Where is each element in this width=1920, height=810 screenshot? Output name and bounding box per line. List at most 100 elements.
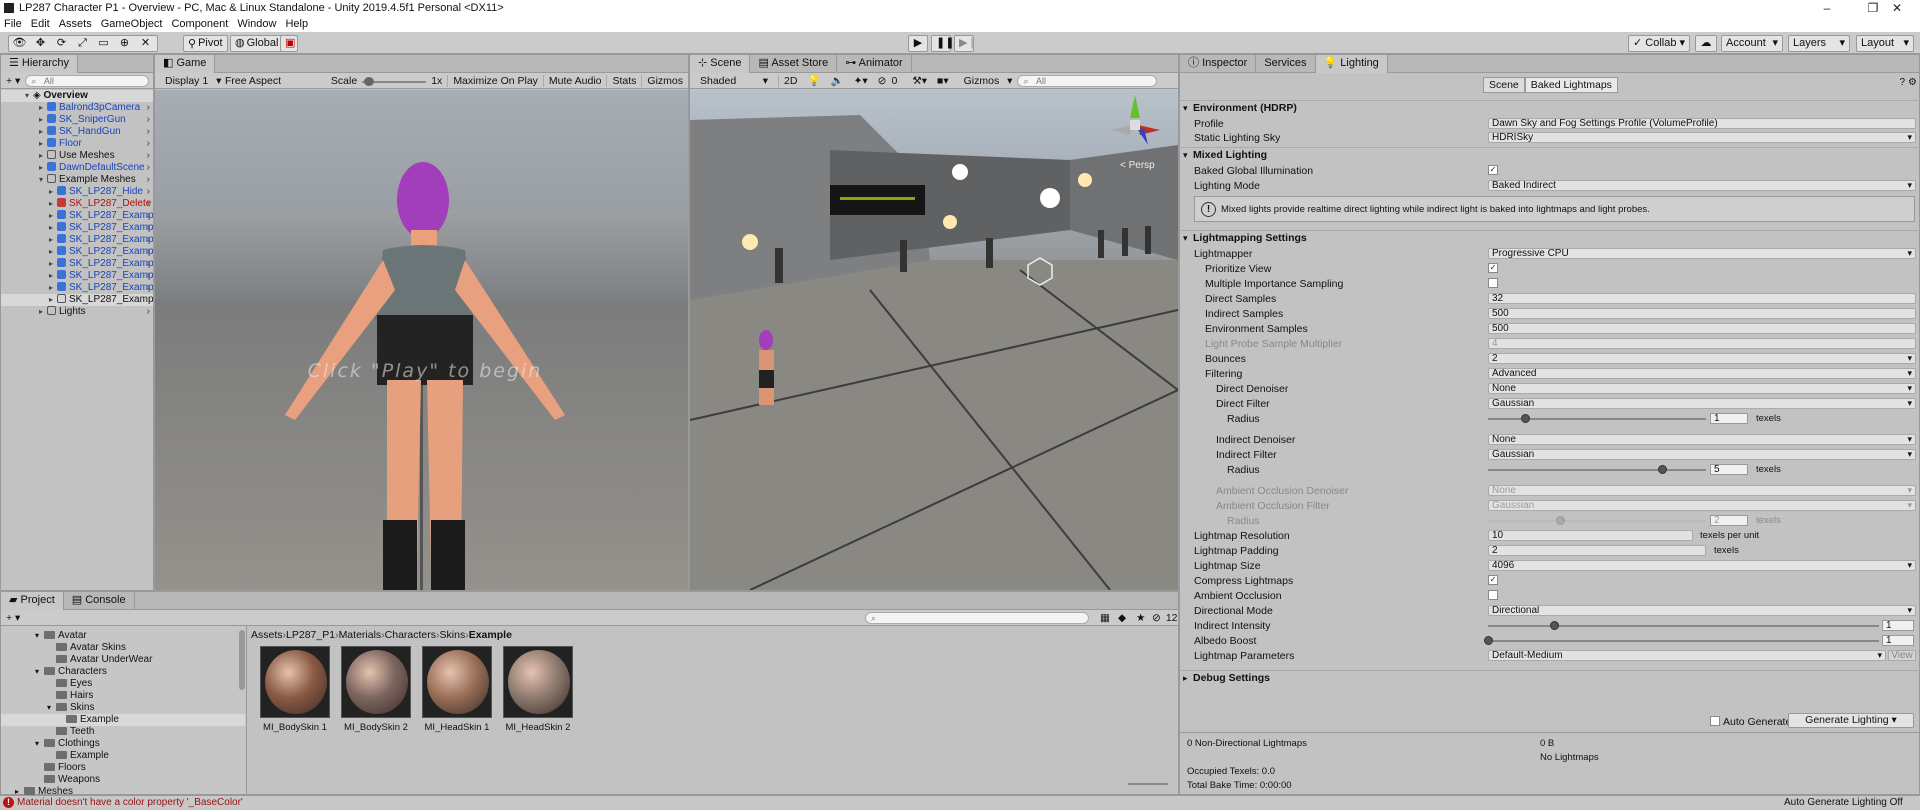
effects-toggle-icon[interactable]: ✦▾ [849, 75, 873, 87]
folder-item[interactable]: ▾ Characters [35, 666, 107, 678]
compress-lightmaps-checkbox[interactable]: ✓ [1488, 575, 1498, 585]
direct-samples-field[interactable]: 32 [1488, 293, 1916, 304]
ao-radius-slider[interactable] [1488, 515, 1706, 526]
breadcrumb-item[interactable]: Example [469, 628, 512, 642]
view-lightmap-parameters-button[interactable]: View [1888, 650, 1916, 661]
direct-denoiser-dropdown[interactable]: None [1488, 383, 1916, 394]
scale-tool-icon[interactable]: ⤢ [72, 36, 93, 51]
persp-label[interactable]: < Persp [1120, 160, 1155, 171]
hierarchy-item[interactable]: ▸ SK_LP287_Examp › [1, 234, 153, 246]
folder-tree-scrollbar[interactable] [239, 630, 245, 690]
bounces-dropdown[interactable]: 2 [1488, 353, 1916, 364]
hierarchy-item[interactable]: ▸ SK_LP287_Examp › [1, 246, 153, 258]
scene-search-input[interactable]: ⌕ All [1017, 74, 1158, 87]
expand-arrow-icon[interactable]: ▾ [35, 666, 44, 678]
custom-tool-icon[interactable]: ✕ [135, 36, 156, 51]
folder-item[interactable]: ▾ Clothings [35, 738, 100, 750]
open-prefab-icon[interactable]: › [147, 198, 150, 210]
hierarchy-item[interactable]: ▸ Balrond3pCamera › [1, 102, 153, 114]
environment-samples-field[interactable]: 500 [1488, 323, 1916, 334]
expand-arrow-icon[interactable]: ▸ [39, 162, 47, 174]
indirect-samples-field[interactable]: 500 [1488, 308, 1916, 319]
hierarchy-item[interactable]: ▸ SK_LP287_Examp › [1, 282, 153, 294]
expand-arrow-icon[interactable]: ▾ [47, 702, 56, 714]
open-prefab-icon[interactable]: › [147, 306, 150, 318]
expand-arrow-icon[interactable]: ▸ [39, 126, 47, 138]
indirect-intensity-slider[interactable] [1488, 620, 1879, 631]
filtering-dropdown[interactable]: Advanced [1488, 368, 1916, 379]
scene-tools-icon[interactable]: ⚒▾ [907, 75, 932, 87]
expand-arrow-icon[interactable]: ▸ [39, 138, 47, 150]
expand-arrow-icon[interactable]: ▸ [49, 186, 57, 198]
open-prefab-icon[interactable]: › [147, 150, 150, 162]
folder-item[interactable]: Weapons [35, 774, 100, 786]
menu-window[interactable]: Window [237, 18, 276, 30]
material-thumbnail[interactable] [422, 646, 492, 718]
breadcrumb-item[interactable]: Materials [339, 628, 382, 642]
indirect-radius-slider[interactable] [1488, 464, 1706, 475]
folder-item[interactable]: Teeth [47, 726, 94, 738]
hierarchy-item[interactable]: ▸ SK_LP287_Hide › [1, 186, 153, 198]
lightmapper-dropdown[interactable]: Progressive CPU [1488, 248, 1916, 259]
folder-item[interactable]: Avatar UnderWear [47, 654, 152, 666]
project-search-input[interactable]: ⌕ [865, 611, 1089, 624]
ambient-occlusion-checkbox[interactable] [1488, 590, 1498, 600]
open-prefab-icon[interactable]: › [147, 222, 150, 234]
open-prefab-icon[interactable]: › [147, 174, 150, 186]
expand-arrow-icon[interactable]: ▾ [35, 630, 44, 642]
play-button[interactable]: ▶ [908, 35, 928, 52]
menu-assets[interactable]: Assets [59, 18, 92, 30]
prioritize-view-checkbox[interactable]: ✓ [1488, 263, 1498, 273]
hierarchy-item[interactable]: ▸ SK_HandGun › [1, 126, 153, 138]
shading-dropdown[interactable]: Shaded ▾ [690, 75, 778, 87]
open-prefab-icon[interactable]: › [147, 126, 150, 138]
open-prefab-icon[interactable]: › [147, 138, 150, 150]
menu-file[interactable]: File [4, 18, 22, 30]
material-thumbnail[interactable] [260, 646, 330, 718]
global-toggle[interactable]: ◍ Global [230, 35, 284, 52]
expand-arrow-icon[interactable]: ▸ [49, 234, 57, 246]
lighting-mode-dropdown[interactable]: Baked Indirect [1488, 180, 1916, 191]
hierarchy-item[interactable]: ▸ Lights › [1, 306, 153, 318]
indirect-denoiser-dropdown[interactable]: None [1488, 434, 1916, 445]
tab-scene[interactable]: ⊹ Scene [690, 55, 751, 73]
camera-settings-icon[interactable]: ■▾ [932, 75, 954, 87]
game-gizmos-dropdown[interactable]: Gizmos [641, 74, 688, 87]
expand-arrow-icon[interactable]: ▸ [39, 114, 47, 126]
hierarchy-item[interactable]: ▸ SK_LP287_Examp › [1, 270, 153, 282]
indirect-filter-dropdown[interactable]: Gaussian [1488, 449, 1916, 460]
expand-arrow-icon[interactable]: ▸ [49, 222, 57, 234]
hierarchy-item[interactable]: ▸ SK_LP287_Examp › [1, 258, 153, 270]
lightmap-size-dropdown[interactable]: 4096 [1488, 560, 1916, 571]
section-lightmapping-settings[interactable]: Lightmapping Settings [1179, 230, 1920, 246]
open-prefab-icon[interactable]: › [147, 246, 150, 258]
albedo-boost-value-field[interactable]: 1 [1882, 635, 1914, 646]
layers-dropdown[interactable]: Layers ▾ [1788, 35, 1850, 52]
hierarchy-item[interactable]: ▾ Example Meshes › [1, 174, 153, 186]
thumbnail-size-slider[interactable] [1128, 783, 1168, 785]
scene-gizmos-dropdown[interactable]: Gizmos ▾ [954, 75, 1018, 87]
menu-edit[interactable]: Edit [31, 18, 50, 30]
menu-help[interactable]: Help [285, 18, 308, 30]
hidden-objects-toggle[interactable]: ⊘ 0 [873, 75, 908, 87]
expand-arrow-icon[interactable]: ▾ [35, 738, 44, 750]
direct-filter-dropdown[interactable]: Gaussian [1488, 398, 1916, 409]
stats-toggle[interactable]: Stats [606, 74, 641, 87]
static-lighting-sky-dropdown[interactable]: HDRISky [1488, 132, 1916, 143]
folder-item[interactable]: Floors [35, 762, 86, 774]
open-prefab-icon[interactable]: › [147, 234, 150, 246]
menu-gameobject[interactable]: GameObject [101, 18, 163, 30]
scene-viewport[interactable]: < Persp [690, 90, 1178, 590]
lightmap-parameters-dropdown[interactable]: Default-Medium [1488, 650, 1886, 661]
profile-field[interactable]: Dawn Sky and Fog Settings Profile (Volum… [1488, 118, 1916, 129]
menu-component[interactable]: Component [171, 18, 228, 30]
lightmap-padding-field[interactable]: 2 [1488, 545, 1706, 556]
2d-toggle[interactable]: 2D [778, 74, 802, 87]
audio-toggle-icon[interactable]: 🔈 [826, 74, 849, 87]
move-tool-icon[interactable]: ✥ [30, 36, 51, 51]
folder-item[interactable]: Example [47, 750, 109, 762]
expand-arrow-icon[interactable]: ▸ [49, 282, 57, 294]
lighting-toggle-icon[interactable]: 💡 [802, 74, 825, 87]
hierarchy-item[interactable]: ▸ SK_LP287_Examp › [1, 222, 153, 234]
pivot-toggle[interactable]: ⚲ Pivot [183, 35, 228, 52]
